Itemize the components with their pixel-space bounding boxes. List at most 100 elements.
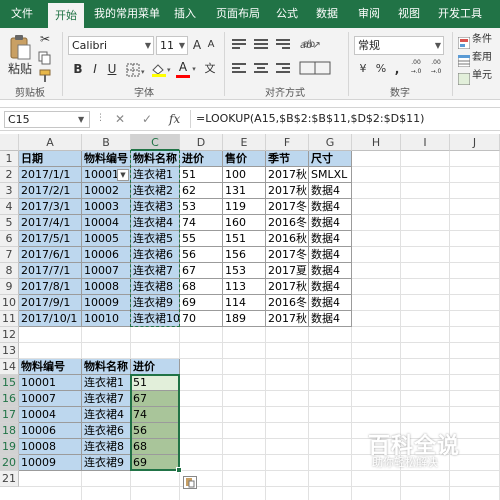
table-cell[interactable]: 数据4 [309,311,352,327]
column-header[interactable]: B [82,134,131,151]
tab-developer[interactable]: 开发工具 [432,0,488,28]
row-header[interactable]: 14 [0,359,19,375]
table-header-cell[interactable]: 售价 [223,151,266,167]
column-header[interactable]: C [131,134,180,151]
row-header[interactable]: 8 [0,263,19,279]
table-cell[interactable]: 连衣裙4 [82,407,131,423]
table-cell[interactable]: 2017/5/1 [19,231,82,247]
cut-icon[interactable]: ✂ [36,30,54,48]
underline-button[interactable]: U [104,60,120,78]
table-cell[interactable]: 2017/3/1 [19,199,82,215]
table-cell[interactable]: 10005 [82,231,131,247]
table-cell[interactable]: 连衣裙1 [82,375,131,391]
row-header[interactable]: 16 [0,391,19,407]
table-cell[interactable]: 数据4 [309,231,352,247]
table-cell[interactable]: 119 [223,199,266,215]
table-cell[interactable]: 10008 [82,279,131,295]
table-cell[interactable]: 2016冬 [266,215,309,231]
chevron-down-icon[interactable]: ▾ [190,60,198,78]
table-header-cell[interactable]: 日期 [19,151,82,167]
table-header-cell[interactable]: 物料名称 [82,359,131,375]
table-cell[interactable]: 数据4 [309,279,352,295]
paste-options-icon[interactable] [183,474,197,489]
row-header[interactable]: 10 [0,295,19,311]
table-cell[interactable]: 连衣裙7 [82,391,131,407]
tab-review[interactable]: 审阅 [352,0,386,28]
table-cell[interactable]: 69 [180,295,223,311]
table-cell[interactable]: 156 [223,247,266,263]
table-cell[interactable]: 51 [180,167,223,183]
tab-insert[interactable]: 插入 [168,0,202,28]
table-cell[interactable]: 189 [223,311,266,327]
cancel-icon[interactable]: ✕ [115,108,125,130]
paste-icon[interactable] [8,34,32,60]
paste-button[interactable]: 粘贴 [6,60,34,78]
row-header[interactable]: 5 [0,215,19,231]
table-cell[interactable]: 2017秋 [266,311,309,327]
tab-data[interactable]: 数据 [310,0,344,28]
format-as-table-icon[interactable] [457,52,471,68]
table-cell[interactable]: 2017/7/1 [19,263,82,279]
italic-button[interactable]: I [88,60,102,78]
table-cell[interactable]: 151 [223,231,266,247]
increase-decimal-button[interactable]: .00 →.0 [406,58,426,76]
table-cell[interactable]: 2017/4/1 [19,215,82,231]
column-header[interactable]: F [266,134,309,151]
table-cell[interactable]: 10002 [82,183,131,199]
grow-font-button[interactable]: A [190,36,204,54]
row-header[interactable]: 2 [0,167,19,183]
column-header[interactable]: D [180,134,223,151]
cell-styles-icon[interactable] [457,70,471,86]
table-cell[interactable]: 连衣裙6 [82,423,131,439]
table-cell[interactable]: 2017/2/1 [19,183,82,199]
percent-button[interactable]: % [374,60,388,78]
decrease-decimal-button[interactable]: .00 →.0 [426,58,446,76]
table-cell[interactable]: 2017夏 [266,263,309,279]
table-cell[interactable]: 数据4 [309,263,352,279]
row-header[interactable]: 7 [0,247,19,263]
fill-handle[interactable] [176,467,182,473]
shrink-font-button[interactable]: A [204,36,218,54]
table-cell[interactable]: 100 [223,167,266,183]
table-cell[interactable]: 10007 [19,391,82,407]
copy-icon[interactable] [38,50,52,65]
table-cell[interactable]: 70 [180,311,223,327]
font-size-select[interactable]: 11 ▼ [156,36,188,55]
table-cell[interactable]: 53 [180,199,223,215]
table-header-cell[interactable]: 季节 [266,151,309,167]
table-cell[interactable]: 2017冬 [266,247,309,263]
bold-button[interactable]: B [70,60,86,78]
table-header-cell[interactable]: 进价 [131,359,180,375]
formula-input[interactable]: =LOOKUP(A15,$B$2:$B$11,$D$2:$D$11) [196,108,424,130]
column-header[interactable]: J [450,134,500,151]
comma-button[interactable]: , [392,60,402,78]
table-header-cell[interactable]: 物料编号 [19,359,82,375]
tab-view[interactable]: 视图 [392,0,426,28]
column-header[interactable]: H [352,134,401,151]
row-header[interactable]: 18 [0,423,19,439]
table-cell[interactable]: 10004 [19,407,82,423]
currency-button[interactable]: ¥ [356,60,370,78]
select-all-corner[interactable] [0,134,19,151]
table-cell[interactable]: 10003 [82,199,131,215]
table-cell[interactable]: 131 [223,183,266,199]
table-cell[interactable]: 10010 [82,311,131,327]
table-cell[interactable]: 10009 [82,295,131,311]
cell-dropdown-button[interactable]: ▼ [117,169,129,181]
table-cell[interactable]: 114 [223,295,266,311]
table-header-cell[interactable]: 尺寸 [309,151,352,167]
row-header[interactable]: 1 [0,151,19,167]
wrap-text-button[interactable]: ab [298,36,320,54]
table-cell[interactable]: 55 [180,231,223,247]
row-header[interactable]: 17 [0,407,19,423]
table-cell[interactable]: 2017冬 [266,199,309,215]
column-header[interactable]: A [19,134,82,151]
font-color-button[interactable]: A [176,58,190,76]
number-format-select[interactable]: 常规 ▼ [354,36,444,55]
tab-page-layout[interactable]: 页面布局 [210,0,266,28]
table-cell[interactable]: 56 [180,247,223,263]
table-cell[interactable]: 2017/9/1 [19,295,82,311]
table-cell[interactable]: 数据4 [309,215,352,231]
table-cell[interactable]: 2017秋 [266,167,309,183]
table-cell[interactable]: 62 [180,183,223,199]
